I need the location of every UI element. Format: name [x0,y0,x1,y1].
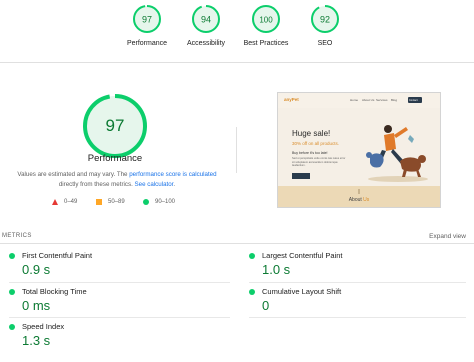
legend-pass: 90–100 [143,199,175,205]
metrics-title: METRICS [2,233,32,239]
legend-fail: 0–49 [52,199,77,205]
pass-circle-icon [9,253,15,259]
expand-view-toggle[interactable]: Expand view [429,233,466,240]
metric-row-divider [9,282,230,283]
thumb-about-prefix: About [348,197,364,203]
performance-gauge-ring: 97 [133,5,161,33]
metric-name: Speed Index [22,322,65,331]
performance-main-score: 97 [105,116,125,135]
desc-text: directly from these metrics. [58,181,135,188]
thumb-subhead: Buy before it's too late! [292,151,328,155]
average-square-icon [96,199,102,205]
thumb-about-title: About Us [278,197,440,203]
pass-circle-icon [143,199,149,205]
pass-circle-icon [249,253,255,259]
desc-text: Values are estimated and may vary. The [17,171,130,178]
thumb-nav-link: Blog [391,98,398,102]
metric-row-divider [249,317,466,318]
thumb-nav-button-label: Contact [409,98,418,102]
performance-main-gauge: 97 [82,93,148,159]
pass-circle-icon [9,324,15,330]
fail-triangle-icon [52,199,58,205]
gauge-score: 94 [201,15,211,25]
pass-circle-icon [249,289,255,295]
thumb-logo: anyPet [284,97,299,102]
performance-title: Performance [87,153,143,164]
metric-name: Cumulative Layout Shift [262,287,342,296]
score-calculated-link[interactable]: performance score is calculated [129,171,216,178]
see-calculator-link[interactable]: See calculator [135,181,174,188]
pass-circle-icon [9,289,15,295]
thumb-shop-button [292,173,310,179]
metric-name: Largest Contentful Paint [262,251,343,260]
metric-name: Total Blocking Time [22,287,87,296]
metric-value: 1.0 s [262,262,291,277]
legend-average-label: 50–89 [108,199,125,205]
desc-text: . [173,181,176,188]
performance-description: Values are estimated and may vary. The p… [8,170,226,190]
legend-pass-label: 90–100 [155,199,176,205]
best-practices-gauge-ring: 100 [252,5,280,33]
metric-value: 0 ms [22,298,51,313]
metrics-divider [0,243,474,244]
metrics-header: METRICS Expand view [0,233,474,247]
thumb-hero-illustration [366,125,428,182]
thumb-offer: 30% off on all products. [292,141,339,146]
thumb-nav-link: Services [376,98,388,102]
section-divider [0,62,474,63]
gauge-seo[interactable]: 92 SEO [285,4,365,47]
accessibility-gauge-ring: 94 [192,5,220,33]
metric-value: 0.9 s [22,262,51,277]
metric-value: 1.3 s [22,333,51,348]
vertical-divider [236,127,237,173]
thumb-body-text: Sed ut perspiciatis unde omnis iste natu… [292,157,346,167]
category-gauges: 97 Performance 94 Accessibility 100 Best… [0,0,474,62]
legend-fail-label: 0–49 [64,199,78,205]
final-screenshot-thumbnail[interactable]: anyPet Home About Us Services Blog Conta… [277,92,441,208]
gauge-score: 97 [142,15,152,25]
thumb-divider-mark [358,189,360,194]
thumb-nav-link: Home [350,98,359,102]
metric-row-divider [249,282,466,283]
thumb-nav-link: About Us [362,98,375,102]
legend-average: 50–89 [96,199,125,205]
thumb-headline: Huge sale! [292,129,331,138]
metric-row-divider [9,317,230,318]
thumb-nav-button: Contact [408,97,422,103]
gauge-score: 100 [259,16,273,25]
thumb-about-highlight: Us [363,197,370,203]
metric-name: First Contentful Paint [22,251,93,260]
seo-gauge-ring: 92 [311,5,339,33]
gauge-score: 92 [320,15,330,25]
metric-value: 0 [262,298,270,313]
gauge-label: SEO [317,40,333,47]
